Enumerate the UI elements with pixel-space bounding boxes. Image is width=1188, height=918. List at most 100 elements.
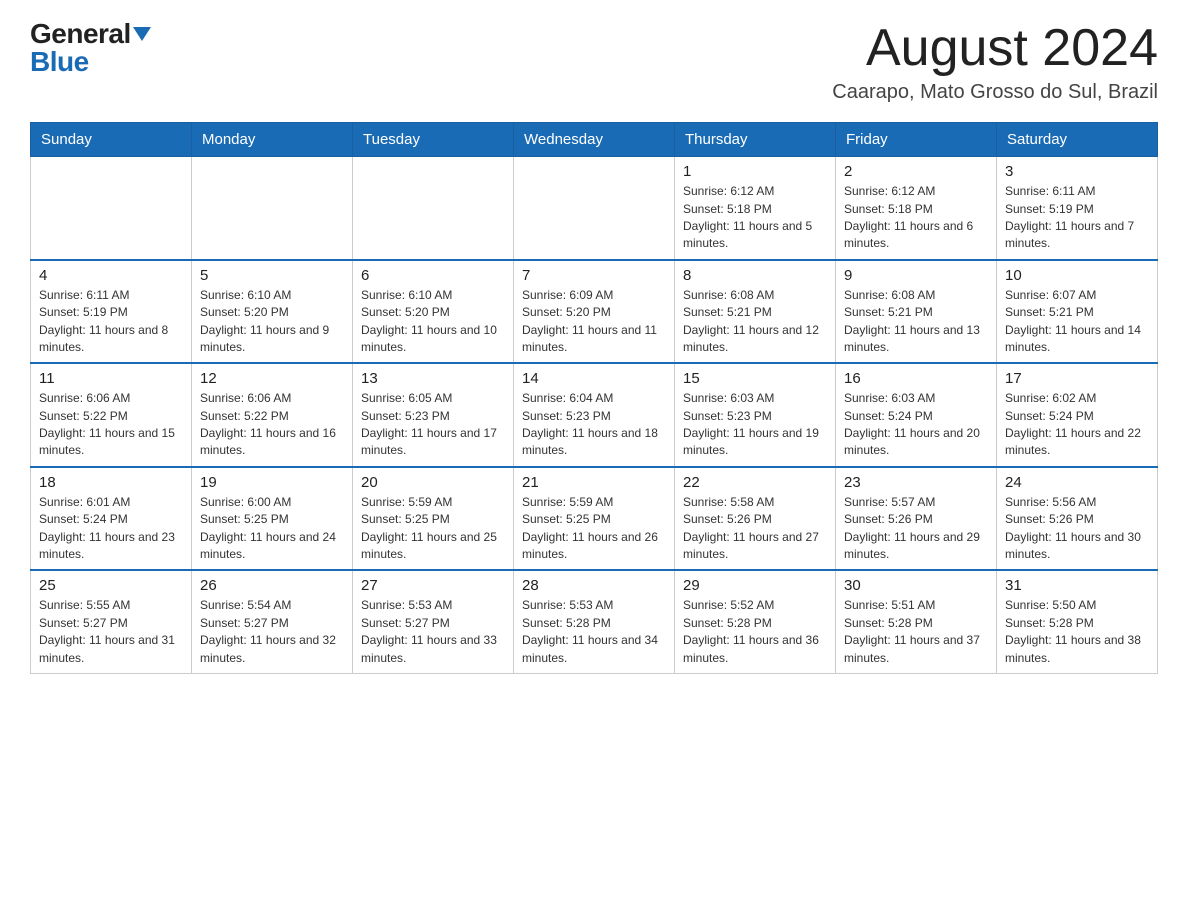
day-number: 18 — [39, 474, 183, 491]
day-number: 26 — [200, 577, 344, 594]
calendar-cell: 20 Sunrise: 5:59 AM Sunset: 5:25 PM Dayli… — [353, 467, 514, 571]
calendar-cell: 31Sunrise: 5:50 AM Sunset: 5:28 PM Dayli… — [997, 570, 1158, 673]
calendar-cell — [31, 157, 192, 260]
day-number: 21 — [522, 474, 666, 491]
calendar-header-friday: Friday — [836, 123, 997, 157]
calendar-cell: 17 Sunrise: 6:02 AM Sunset: 5:24 PM Dayli… — [997, 363, 1158, 467]
calendar-cell: 1Sunrise: 6:12 AM Sunset: 5:18 PM Daylig… — [675, 157, 836, 260]
day-info: Sunrise: 6:12 AM Sunset: 5:18 PM Dayligh… — [683, 183, 827, 253]
day-number: 23 — [844, 474, 988, 491]
month-title: August 2024 — [832, 20, 1158, 77]
day-number: 5 — [200, 267, 344, 284]
day-number: 9 — [844, 267, 988, 284]
day-info: Sunrise: 5:57 AM Sunset: 5:26 PM Dayligh… — [844, 494, 988, 564]
day-info: Sunrise: 5:52 AM Sunset: 5:28 PM Dayligh… — [683, 597, 827, 667]
day-number: 14 — [522, 370, 666, 387]
calendar-table: SundayMondayTuesdayWednesdayThursdayFrid… — [30, 122, 1158, 674]
calendar-cell: 18Sunrise: 6:01 AM Sunset: 5:24 PM Dayli… — [31, 467, 192, 571]
calendar-cell: 6Sunrise: 6:10 AM Sunset: 5:20 PM Daylig… — [353, 260, 514, 364]
day-number: 2 — [844, 163, 988, 180]
calendar-cell: 29Sunrise: 5:52 AM Sunset: 5:28 PM Dayli… — [675, 570, 836, 673]
day-info: Sunrise: 6:04 AM Sunset: 5:23 PM Dayligh… — [522, 390, 666, 460]
day-info: Sunrise: 6:06 AM Sunset: 5:22 PM Dayligh… — [200, 390, 344, 460]
day-info: Sunrise: 5:53 AM Sunset: 5:27 PM Dayligh… — [361, 597, 505, 667]
day-number: 24 — [1005, 474, 1149, 491]
day-info: Sunrise: 6:05 AM Sunset: 5:23 PM Dayligh… — [361, 390, 505, 460]
day-info: Sunrise: 6:11 AM Sunset: 5:19 PM Dayligh… — [39, 287, 183, 357]
day-number: 22 — [683, 474, 827, 491]
day-info: Sunrise: 6:12 AM Sunset: 5:18 PM Dayligh… — [844, 183, 988, 253]
day-number: 17 — [1005, 370, 1149, 387]
location-title: Caarapo, Mato Grosso do Sul, Brazil — [832, 81, 1158, 104]
title-section: August 2024 Caarapo, Mato Grosso do Sul,… — [832, 20, 1158, 104]
day-info: Sunrise: 5:55 AM Sunset: 5:27 PM Dayligh… — [39, 597, 183, 667]
calendar-cell: 2 Sunrise: 6:12 AM Sunset: 5:18 PM Daylig… — [836, 157, 997, 260]
calendar-header-tuesday: Tuesday — [353, 123, 514, 157]
calendar-cell: 13 Sunrise: 6:05 AM Sunset: 5:23 PM Dayli… — [353, 363, 514, 467]
calendar-week-row: 1Sunrise: 6:12 AM Sunset: 5:18 PM Daylig… — [31, 157, 1158, 260]
day-info: Sunrise: 6:03 AM Sunset: 5:23 PM Dayligh… — [683, 390, 827, 460]
calendar-cell: 19 Sunrise: 6:00 AM Sunset: 5:25 PM Dayli… — [192, 467, 353, 571]
day-number: 25 — [39, 577, 183, 594]
calendar-cell — [514, 157, 675, 260]
day-number: 7 — [522, 267, 666, 284]
calendar-header-saturday: Saturday — [997, 123, 1158, 157]
calendar-cell: 7 Sunrise: 6:09 AM Sunset: 5:20 PM Daylig… — [514, 260, 675, 364]
logo: General Blue — [30, 20, 151, 76]
logo-triangle-icon — [133, 27, 151, 41]
day-info: Sunrise: 6:02 AM Sunset: 5:24 PM Dayligh… — [1005, 390, 1149, 460]
day-number: 19 — [200, 474, 344, 491]
calendar-cell: 11 Sunrise: 6:06 AM Sunset: 5:22 PM Dayli… — [31, 363, 192, 467]
calendar-cell: 16Sunrise: 6:03 AM Sunset: 5:24 PM Dayli… — [836, 363, 997, 467]
day-number: 30 — [844, 577, 988, 594]
calendar-header-monday: Monday — [192, 123, 353, 157]
calendar-cell: 24 Sunrise: 5:56 AM Sunset: 5:26 PM Dayli… — [997, 467, 1158, 571]
day-info: Sunrise: 5:59 AM Sunset: 5:25 PM Dayligh… — [361, 494, 505, 564]
day-info: Sunrise: 6:06 AM Sunset: 5:22 PM Dayligh… — [39, 390, 183, 460]
day-number: 3 — [1005, 163, 1149, 180]
day-number: 12 — [200, 370, 344, 387]
day-info: Sunrise: 5:54 AM Sunset: 5:27 PM Dayligh… — [200, 597, 344, 667]
calendar-cell — [192, 157, 353, 260]
calendar-header-wednesday: Wednesday — [514, 123, 675, 157]
calendar-cell: 30 Sunrise: 5:51 AM Sunset: 5:28 PM Dayli… — [836, 570, 997, 673]
day-info: Sunrise: 5:51 AM Sunset: 5:28 PM Dayligh… — [844, 597, 988, 667]
calendar-cell: 21 Sunrise: 5:59 AM Sunset: 5:25 PM Dayli… — [514, 467, 675, 571]
calendar-week-row: 4 Sunrise: 6:11 AM Sunset: 5:19 PM Daylig… — [31, 260, 1158, 364]
logo-blue: Blue — [30, 48, 89, 76]
day-number: 28 — [522, 577, 666, 594]
day-info: Sunrise: 6:07 AM Sunset: 5:21 PM Dayligh… — [1005, 287, 1149, 357]
calendar-week-row: 25 Sunrise: 5:55 AM Sunset: 5:27 PM Dayli… — [31, 570, 1158, 673]
calendar-cell: 9 Sunrise: 6:08 AM Sunset: 5:21 PM Daylig… — [836, 260, 997, 364]
day-number: 13 — [361, 370, 505, 387]
day-number: 8 — [683, 267, 827, 284]
day-info: Sunrise: 6:10 AM Sunset: 5:20 PM Dayligh… — [200, 287, 344, 357]
day-info: Sunrise: 5:53 AM Sunset: 5:28 PM Dayligh… — [522, 597, 666, 667]
day-info: Sunrise: 6:09 AM Sunset: 5:20 PM Dayligh… — [522, 287, 666, 357]
day-number: 31 — [1005, 577, 1149, 594]
day-number: 11 — [39, 370, 183, 387]
day-number: 4 — [39, 267, 183, 284]
calendar-header-thursday: Thursday — [675, 123, 836, 157]
logo-general: General — [30, 20, 131, 48]
calendar-cell: 22 Sunrise: 5:58 AM Sunset: 5:26 PM Dayli… — [675, 467, 836, 571]
calendar-header-sunday: Sunday — [31, 123, 192, 157]
day-info: Sunrise: 6:11 AM Sunset: 5:19 PM Dayligh… — [1005, 183, 1149, 253]
day-number: 16 — [844, 370, 988, 387]
calendar-cell — [353, 157, 514, 260]
calendar-cell: 10Sunrise: 6:07 AM Sunset: 5:21 PM Dayli… — [997, 260, 1158, 364]
calendar-cell: 5 Sunrise: 6:10 AM Sunset: 5:20 PM Daylig… — [192, 260, 353, 364]
day-info: Sunrise: 5:59 AM Sunset: 5:25 PM Dayligh… — [522, 494, 666, 564]
calendar-cell: 15 Sunrise: 6:03 AM Sunset: 5:23 PM Dayli… — [675, 363, 836, 467]
day-info: Sunrise: 5:56 AM Sunset: 5:26 PM Dayligh… — [1005, 494, 1149, 564]
day-number: 15 — [683, 370, 827, 387]
day-info: Sunrise: 6:00 AM Sunset: 5:25 PM Dayligh… — [200, 494, 344, 564]
calendar-cell: 23 Sunrise: 5:57 AM Sunset: 5:26 PM Dayli… — [836, 467, 997, 571]
day-info: Sunrise: 6:08 AM Sunset: 5:21 PM Dayligh… — [844, 287, 988, 357]
day-info: Sunrise: 5:58 AM Sunset: 5:26 PM Dayligh… — [683, 494, 827, 564]
calendar-cell: 4 Sunrise: 6:11 AM Sunset: 5:19 PM Daylig… — [31, 260, 192, 364]
day-number: 20 — [361, 474, 505, 491]
day-number: 6 — [361, 267, 505, 284]
calendar-cell: 12 Sunrise: 6:06 AM Sunset: 5:22 PM Dayli… — [192, 363, 353, 467]
calendar-cell: 26 Sunrise: 5:54 AM Sunset: 5:27 PM Dayli… — [192, 570, 353, 673]
